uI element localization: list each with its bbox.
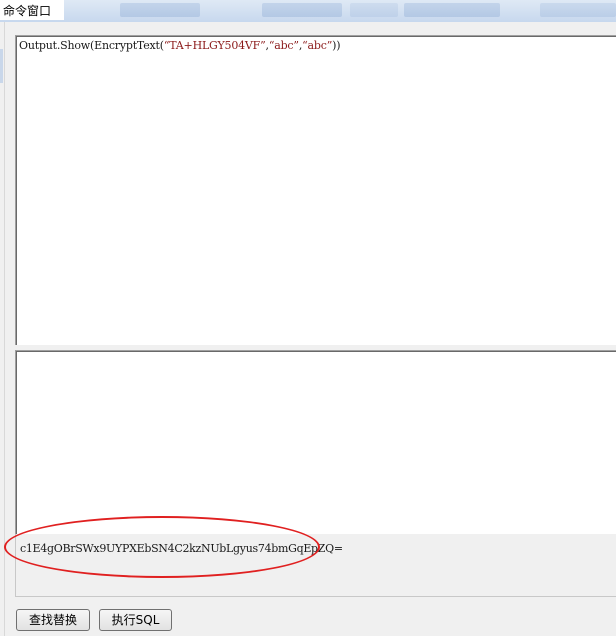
find-replace-button[interactable]: 查找替换 bbox=[16, 609, 90, 631]
left-frame-edge bbox=[0, 22, 5, 636]
execute-sql-button[interactable]: 执行SQL bbox=[99, 609, 172, 631]
code-suffix: )) bbox=[332, 39, 341, 52]
output-panel[interactable] bbox=[15, 350, 616, 534]
window-title: 命令窗口 bbox=[3, 4, 52, 18]
command-window: 命令窗口 Output.Show(EncryptText(“TA+HLGY504… bbox=[0, 0, 616, 636]
result-area: c1E4gOBrSWx9UYPXEbSN4C2kzNUbLgyus74bmGqE… bbox=[15, 534, 616, 597]
code-prefix: Output.Show(EncryptText( bbox=[19, 39, 164, 52]
string-arg-1: “TA+HLGY504VF” bbox=[163, 39, 266, 52]
window-title-bar: 命令窗口 bbox=[0, 0, 64, 20]
background-toolbar bbox=[0, 0, 616, 22]
frame-marker bbox=[0, 49, 3, 83]
string-arg-2: “abc” bbox=[268, 39, 299, 52]
encrypted-result: c1E4gOBrSWx9UYPXEbSN4C2kzNUbLgyus74bmGqE… bbox=[20, 542, 343, 555]
command-editor[interactable]: Output.Show(EncryptText(“TA+HLGY504VF”,“… bbox=[15, 35, 616, 345]
code-line: Output.Show(EncryptText(“TA+HLGY504VF”,“… bbox=[19, 39, 341, 52]
string-arg-3: “abc” bbox=[302, 39, 333, 52]
